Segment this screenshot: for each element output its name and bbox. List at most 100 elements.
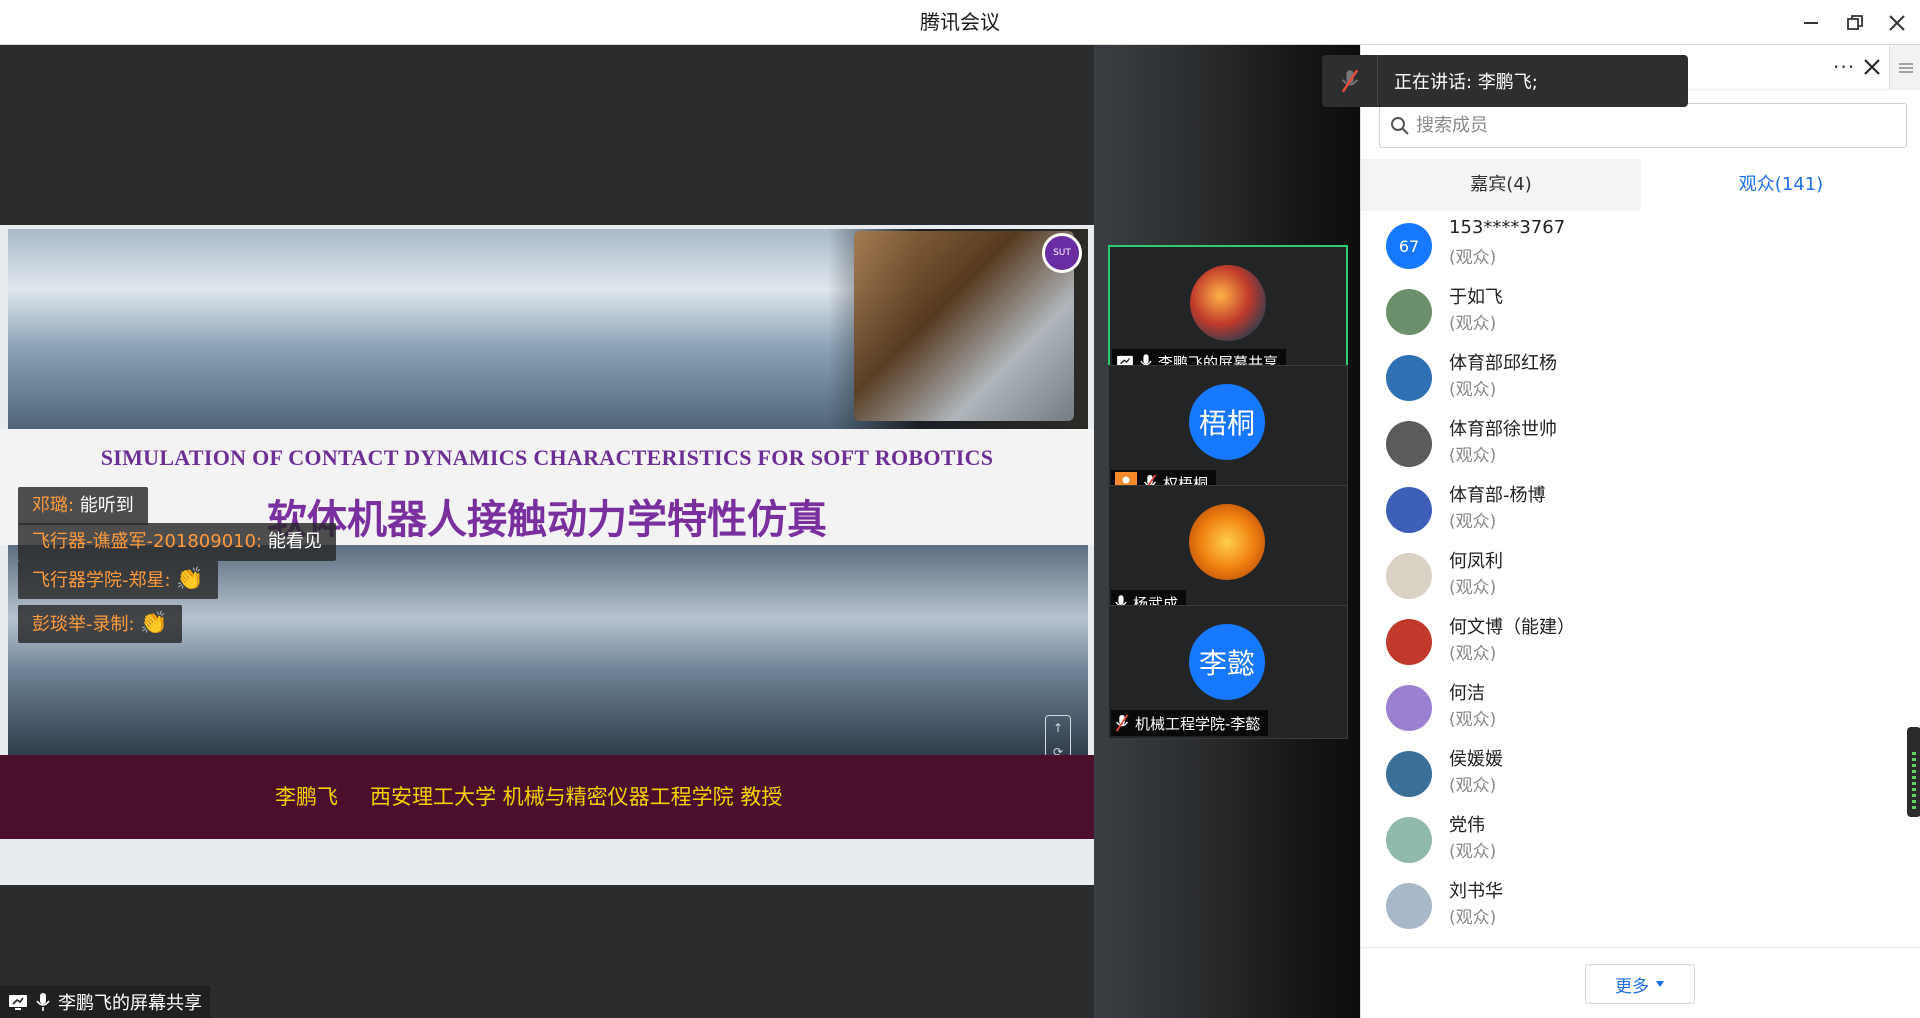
- member-name: 侯媛媛: [1449, 749, 1503, 770]
- member-row[interactable]: 何洁 (观众): [1361, 673, 1920, 739]
- hamburger-icon: [1898, 62, 1913, 73]
- video-tile[interactable]: 李懿 机械工程学院-李懿: [1108, 605, 1348, 739]
- microphone-icon: [36, 992, 50, 1012]
- member-avatar: [1386, 289, 1432, 335]
- load-more-label: 更多: [1615, 976, 1649, 997]
- member-panel: ··· 嘉宾(4) 观众(141) 67 153****3767 (观众) 于如飞 (观…: [1360, 45, 1920, 1018]
- clap-emoji: 👏: [176, 567, 204, 592]
- member-name: 体育部徐世帅: [1449, 419, 1557, 440]
- member-row[interactable]: 侯媛媛 (观众): [1361, 739, 1920, 805]
- member-row[interactable]: 何凤利 (观众): [1361, 541, 1920, 607]
- member-role: (观众): [1449, 314, 1497, 334]
- danmaku-message: 飞行器学院-郑星: 👏: [18, 561, 218, 599]
- video-tile[interactable]: 梧桐 权梧桐: [1108, 365, 1348, 499]
- slide-english-title: SIMULATION OF CONTACT DYNAMICS CHARACTER…: [100, 445, 994, 470]
- more-options-icon[interactable]: ···: [1833, 55, 1855, 79]
- volume-level-indicator[interactable]: [1907, 727, 1920, 817]
- slide-presenter-info: 李鹏飞 西安理工大学 机械与精密仪器工程学院 教授: [275, 781, 782, 811]
- danmaku-sender: 飞行器-谯盛军-201809010:: [32, 531, 268, 552]
- slide-footer-band: 李鹏飞 西安理工大学 机械与精密仪器工程学院 教授: [0, 755, 1094, 839]
- video-tile-label: 机械工程学院-李懿: [1111, 710, 1269, 736]
- member-role: (观众): [1449, 446, 1497, 466]
- window-title: 腾讯会议: [920, 10, 1000, 34]
- member-name: 体育部邱红杨: [1449, 353, 1557, 374]
- member-row[interactable]: 党伟 (观众): [1361, 805, 1920, 871]
- participant-avatar: [1189, 504, 1265, 580]
- screen-share-area: SUT SIMULATION OF CONTACT DYNAMICS CHARA…: [0, 45, 1094, 1018]
- member-row[interactable]: 67 153****3767 (观众): [1361, 211, 1920, 277]
- member-role: (观众): [1449, 908, 1497, 928]
- presenter-tag: 李鹏飞的屏幕共享: [0, 986, 210, 1018]
- member-role: (观众): [1449, 248, 1497, 268]
- slide-presenter-affiliation: 西安理工大学 机械与精密仪器工程学院 教授: [370, 785, 783, 809]
- member-role: (观众): [1449, 644, 1497, 664]
- member-avatar: [1386, 817, 1432, 863]
- university-logo: SUT: [1042, 233, 1082, 273]
- member-role: (观众): [1449, 842, 1497, 862]
- member-avatar: [1386, 553, 1432, 599]
- participant-avatar: 梧桐: [1189, 384, 1265, 460]
- video-tile[interactable]: 李鹏飞的屏幕共享: [1108, 245, 1348, 379]
- participant-name: 机械工程学院-李懿: [1135, 714, 1261, 733]
- member-name: 何洁: [1449, 683, 1485, 704]
- title-bar: 腾讯会议: [0, 0, 1920, 45]
- danmaku-sender: 飞行器学院-郑星:: [32, 570, 177, 591]
- search-input[interactable]: [1416, 115, 1876, 136]
- close-window-button[interactable]: [1882, 8, 1912, 38]
- microphone-muted-icon: [1115, 714, 1129, 732]
- presenter-tag-label: 李鹏飞的屏幕共享: [58, 993, 202, 1014]
- member-role: (观众): [1449, 578, 1497, 598]
- load-more-button[interactable]: 更多: [1585, 964, 1695, 1004]
- panel-menu-button[interactable]: [1889, 45, 1920, 90]
- member-avatar: [1386, 685, 1432, 731]
- member-name: 153****3767: [1449, 217, 1566, 238]
- member-name: 何文博（能建）: [1449, 617, 1575, 638]
- minimize-icon: [1804, 22, 1818, 24]
- clap-emoji: 👏: [140, 611, 168, 636]
- restore-icon: [1847, 15, 1863, 30]
- member-avatar: [1386, 421, 1432, 467]
- close-panel-icon[interactable]: [1861, 56, 1883, 78]
- member-role: (观众): [1449, 512, 1497, 532]
- member-role: (观众): [1449, 710, 1497, 730]
- member-list: 67 153****3767 (观众) 于如飞 (观众) 体育部邱红杨 (观众) 体育部徐世帅…: [1361, 211, 1920, 937]
- member-avatar: [1386, 619, 1432, 665]
- danmaku-sender: 彭琰举-录制:: [32, 614, 141, 635]
- space-station-image: [854, 231, 1074, 421]
- member-name: 刘书华: [1449, 881, 1503, 902]
- tab-guests[interactable]: 嘉宾(4): [1361, 159, 1641, 211]
- member-name: 何凤利: [1449, 551, 1503, 572]
- member-avatar: 67: [1386, 223, 1432, 269]
- member-row[interactable]: 于如飞 (观众): [1361, 277, 1920, 343]
- member-name: 于如飞: [1449, 287, 1503, 308]
- search-icon: [1391, 116, 1409, 135]
- member-row[interactable]: 刘书华 (观众): [1361, 871, 1920, 937]
- tab-audience[interactable]: 观众(141): [1641, 159, 1920, 211]
- member-role: (观众): [1449, 380, 1497, 400]
- speaking-text: 正在讲话: 李鹏飞;: [1394, 72, 1538, 93]
- minimize-button[interactable]: [1796, 8, 1826, 38]
- member-name: 体育部-杨博: [1449, 485, 1546, 506]
- participant-avatar: 李懿: [1189, 624, 1265, 700]
- screen-share-icon: [8, 994, 28, 1010]
- member-name: 党伟: [1449, 815, 1485, 836]
- danmaku-message: 彭琰举-录制: 👏: [18, 605, 182, 643]
- member-row[interactable]: 体育部徐世帅 (观众): [1361, 409, 1920, 475]
- video-column: 李鹏飞的屏幕共享 梧桐 权梧桐 杨武成 李懿 机械工程学院-李懿: [1094, 45, 1360, 1018]
- restore-button[interactable]: [1840, 8, 1870, 38]
- participant-avatar: [1190, 265, 1266, 341]
- member-row[interactable]: 何文博（能建） (观众): [1361, 607, 1920, 673]
- member-row[interactable]: 体育部-杨博 (观众): [1361, 475, 1920, 541]
- member-search-box[interactable]: [1379, 103, 1907, 148]
- caret-down-icon: [1656, 981, 1664, 987]
- member-avatar: [1386, 355, 1432, 401]
- microphone-muted-icon: [1322, 55, 1378, 107]
- member-avatar: [1386, 883, 1432, 929]
- danmaku-message: 飞行器-谯盛军-201809010: 能看见: [18, 523, 336, 561]
- member-avatar: [1386, 487, 1432, 533]
- video-tile[interactable]: 杨武成: [1108, 485, 1348, 619]
- member-row[interactable]: 体育部邱红杨 (观众): [1361, 343, 1920, 409]
- danmaku-message: 邓璐: 能听到: [18, 487, 148, 525]
- member-role: (观众): [1449, 776, 1497, 796]
- close-icon: [1889, 15, 1905, 31]
